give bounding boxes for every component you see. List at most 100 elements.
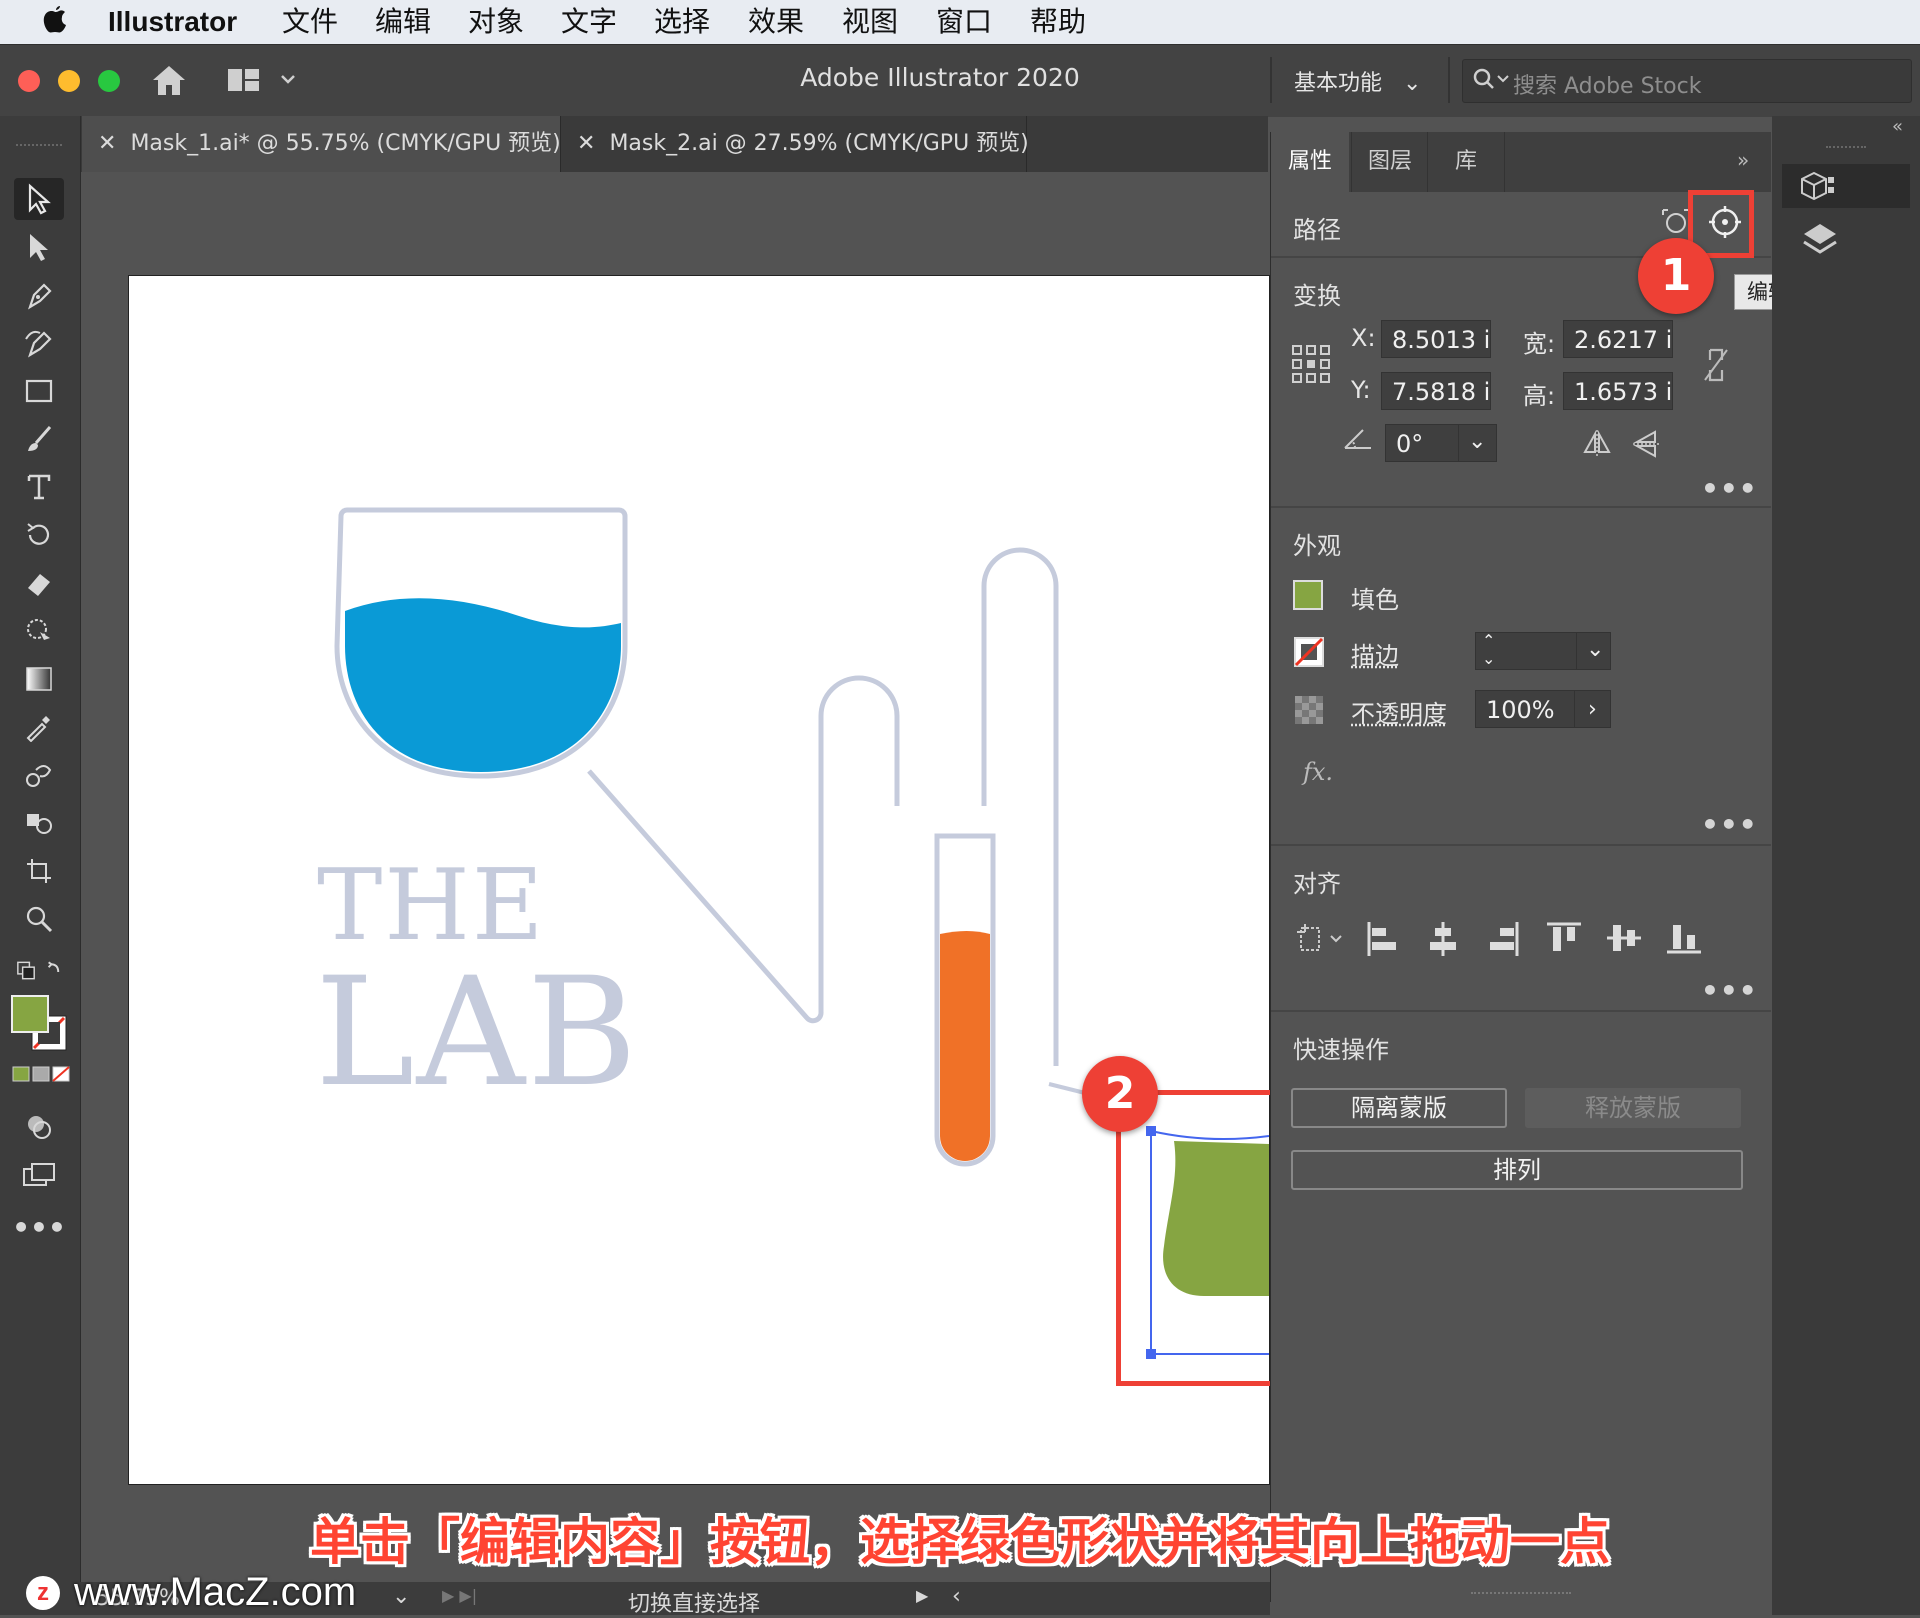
- panel-resize-grip[interactable]: [1471, 1592, 1571, 1594]
- tab-layers[interactable]: 图层: [1351, 132, 1428, 192]
- constrain-proportions-icon[interactable]: [1701, 346, 1731, 388]
- stroke-weight-field[interactable]: ⌃ ⌄ ⌄: [1475, 632, 1611, 670]
- blend-tool[interactable]: [14, 754, 64, 796]
- layers-dock-icon[interactable]: [1800, 220, 1840, 264]
- zoom-tool[interactable]: [14, 898, 64, 940]
- chevron-down-icon[interactable]: ⌄: [392, 1584, 410, 1609]
- watermark-text: www.MacZ.com: [74, 1570, 356, 1615]
- width-field[interactable]: 2.6217 ir: [1563, 320, 1673, 358]
- dock-grip[interactable]: [1826, 146, 1866, 148]
- eyedropper-tool[interactable]: [14, 706, 64, 748]
- panel-collapse-icon[interactable]: »: [1737, 148, 1749, 172]
- home-icon[interactable]: [150, 63, 188, 101]
- opacity-label[interactable]: 不透明度: [1351, 694, 1447, 729]
- menu-file[interactable]: 文件: [282, 4, 338, 40]
- opacity-field[interactable]: 100% ›: [1475, 690, 1611, 728]
- align-top-icon[interactable]: [1545, 920, 1583, 960]
- chevron-down-icon[interactable]: ⌄: [1468, 424, 1486, 461]
- close-tab-icon[interactable]: ✕: [577, 131, 595, 156]
- align-more-options-icon[interactable]: •••: [1701, 974, 1758, 1007]
- align-to-selection-icon[interactable]: [1295, 922, 1349, 960]
- pen-tool[interactable]: [14, 274, 64, 316]
- menu-select[interactable]: 选择: [654, 4, 710, 40]
- direct-selection-tool[interactable]: [14, 226, 64, 268]
- tab-mask-2[interactable]: ✕ Mask_2.ai @ 27.59% (CMYK/GPU 预览): [560, 116, 1027, 172]
- artwork-text-the[interactable]: THE: [317, 856, 545, 956]
- expand-panels-icon[interactable]: «: [1892, 116, 1903, 137]
- flip-horizontal-icon[interactable]: [1581, 428, 1613, 462]
- type-tool[interactable]: [14, 466, 64, 508]
- menu-app-name[interactable]: Illustrator: [108, 4, 237, 40]
- fill-color-swatch[interactable]: [1293, 580, 1323, 610]
- puppet-warp-tool[interactable]: [14, 610, 64, 652]
- tab-libraries[interactable]: 库: [1427, 132, 1505, 192]
- color-mode-buttons[interactable]: [12, 1064, 70, 1088]
- close-tab-icon[interactable]: ✕: [98, 131, 116, 156]
- release-mask-button[interactable]: 释放蒙版: [1525, 1088, 1741, 1128]
- field-divider: [1576, 633, 1577, 670]
- menu-window[interactable]: 窗口: [936, 4, 992, 40]
- menu-type[interactable]: 文字: [561, 4, 617, 40]
- stock-search-input[interactable]: 搜索 Adobe Stock: [1462, 59, 1912, 103]
- selection-tool[interactable]: [14, 178, 64, 220]
- stepper-down-icon[interactable]: ⌄: [1482, 649, 1495, 669]
- align-horizontal-center-icon[interactable]: [1425, 920, 1461, 962]
- drawing-mode-icon[interactable]: [14, 1106, 64, 1148]
- align-bottom-icon[interactable]: [1665, 920, 1703, 960]
- toolbar-grip[interactable]: [16, 144, 62, 150]
- properties-dock-button[interactable]: [1782, 164, 1910, 208]
- artboard-tool[interactable]: [14, 850, 64, 892]
- screen-mode-icon[interactable]: [14, 1154, 64, 1196]
- rotate-tool[interactable]: [14, 514, 64, 556]
- menu-view[interactable]: 视图: [842, 4, 898, 40]
- stroke-color-swatch[interactable]: [1293, 636, 1325, 672]
- default-colors-and-swap[interactable]: [14, 950, 64, 992]
- chevron-right-icon[interactable]: ›: [1588, 691, 1597, 728]
- menu-object[interactable]: 对象: [468, 4, 524, 40]
- scroll-left-icon[interactable]: ‹: [952, 1584, 961, 1609]
- align-left-icon[interactable]: [1365, 920, 1401, 962]
- shape-builder-tool[interactable]: [14, 802, 64, 844]
- menu-help[interactable]: 帮助: [1030, 4, 1086, 40]
- status-menu-icon[interactable]: ▶: [916, 1586, 928, 1605]
- workspace-switcher[interactable]: 基本功能 ⌄: [1294, 65, 1421, 97]
- align-vertical-center-icon[interactable]: [1605, 920, 1643, 960]
- y-field[interactable]: 7.5818 i: [1381, 372, 1491, 410]
- x-field[interactable]: 8.5013 i: [1381, 320, 1491, 358]
- appearance-more-options-icon[interactable]: •••: [1701, 808, 1758, 841]
- align-right-icon[interactable]: [1485, 920, 1521, 962]
- flip-vertical-icon[interactable]: [1631, 428, 1661, 464]
- height-field[interactable]: 1.6573 ir: [1563, 372, 1673, 410]
- edit-toolbar-more-icon[interactable]: •••: [14, 1206, 64, 1248]
- fill-label[interactable]: 填色: [1351, 580, 1399, 615]
- fx-effects-button[interactable]: fx.: [1303, 758, 1333, 786]
- test-tube-liquid[interactable]: [940, 931, 990, 1161]
- close-window-button[interactable]: [18, 70, 40, 92]
- menu-edit[interactable]: 编辑: [375, 4, 431, 40]
- artboard[interactable]: THE LAB: [128, 275, 1270, 1485]
- tab-properties[interactable]: 属性: [1271, 132, 1349, 192]
- lab-artwork[interactable]: [129, 276, 1269, 1484]
- stroke-label[interactable]: 描边: [1351, 636, 1399, 671]
- zoom-window-button[interactable]: [98, 70, 120, 92]
- chevron-down-icon[interactable]: ⌄: [1586, 632, 1604, 669]
- rotate-angle-field[interactable]: 0° ⌄: [1385, 424, 1497, 462]
- tab-mask-1[interactable]: ✕ Mask_1.ai* @ 55.75% (CMYK/GPU 预览): [82, 116, 560, 172]
- opacity-checker-icon[interactable]: [1293, 694, 1325, 730]
- menu-effect[interactable]: 效果: [748, 4, 804, 40]
- artboard-nav-icon[interactable]: ▶ ▶|: [442, 1586, 477, 1605]
- paintbrush-tool[interactable]: [14, 418, 64, 460]
- gradient-tool[interactable]: [14, 658, 64, 700]
- reference-point-icon[interactable]: [1291, 344, 1331, 388]
- fill-stroke-swatch[interactable]: [10, 994, 70, 1054]
- minimize-window-button[interactable]: [58, 70, 80, 92]
- rectangle-tool[interactable]: [14, 370, 64, 412]
- arrange-button[interactable]: 排列: [1291, 1150, 1743, 1190]
- apple-icon[interactable]: [40, 2, 70, 45]
- curvature-tool[interactable]: [14, 322, 64, 364]
- transform-more-options-icon[interactable]: •••: [1701, 472, 1758, 505]
- artwork-text-lab[interactable]: LAB: [315, 958, 639, 1108]
- isolate-mask-button[interactable]: 隔离蒙版: [1291, 1088, 1507, 1128]
- eraser-tool[interactable]: [14, 562, 64, 604]
- arrange-documents-icon[interactable]: [226, 65, 296, 99]
